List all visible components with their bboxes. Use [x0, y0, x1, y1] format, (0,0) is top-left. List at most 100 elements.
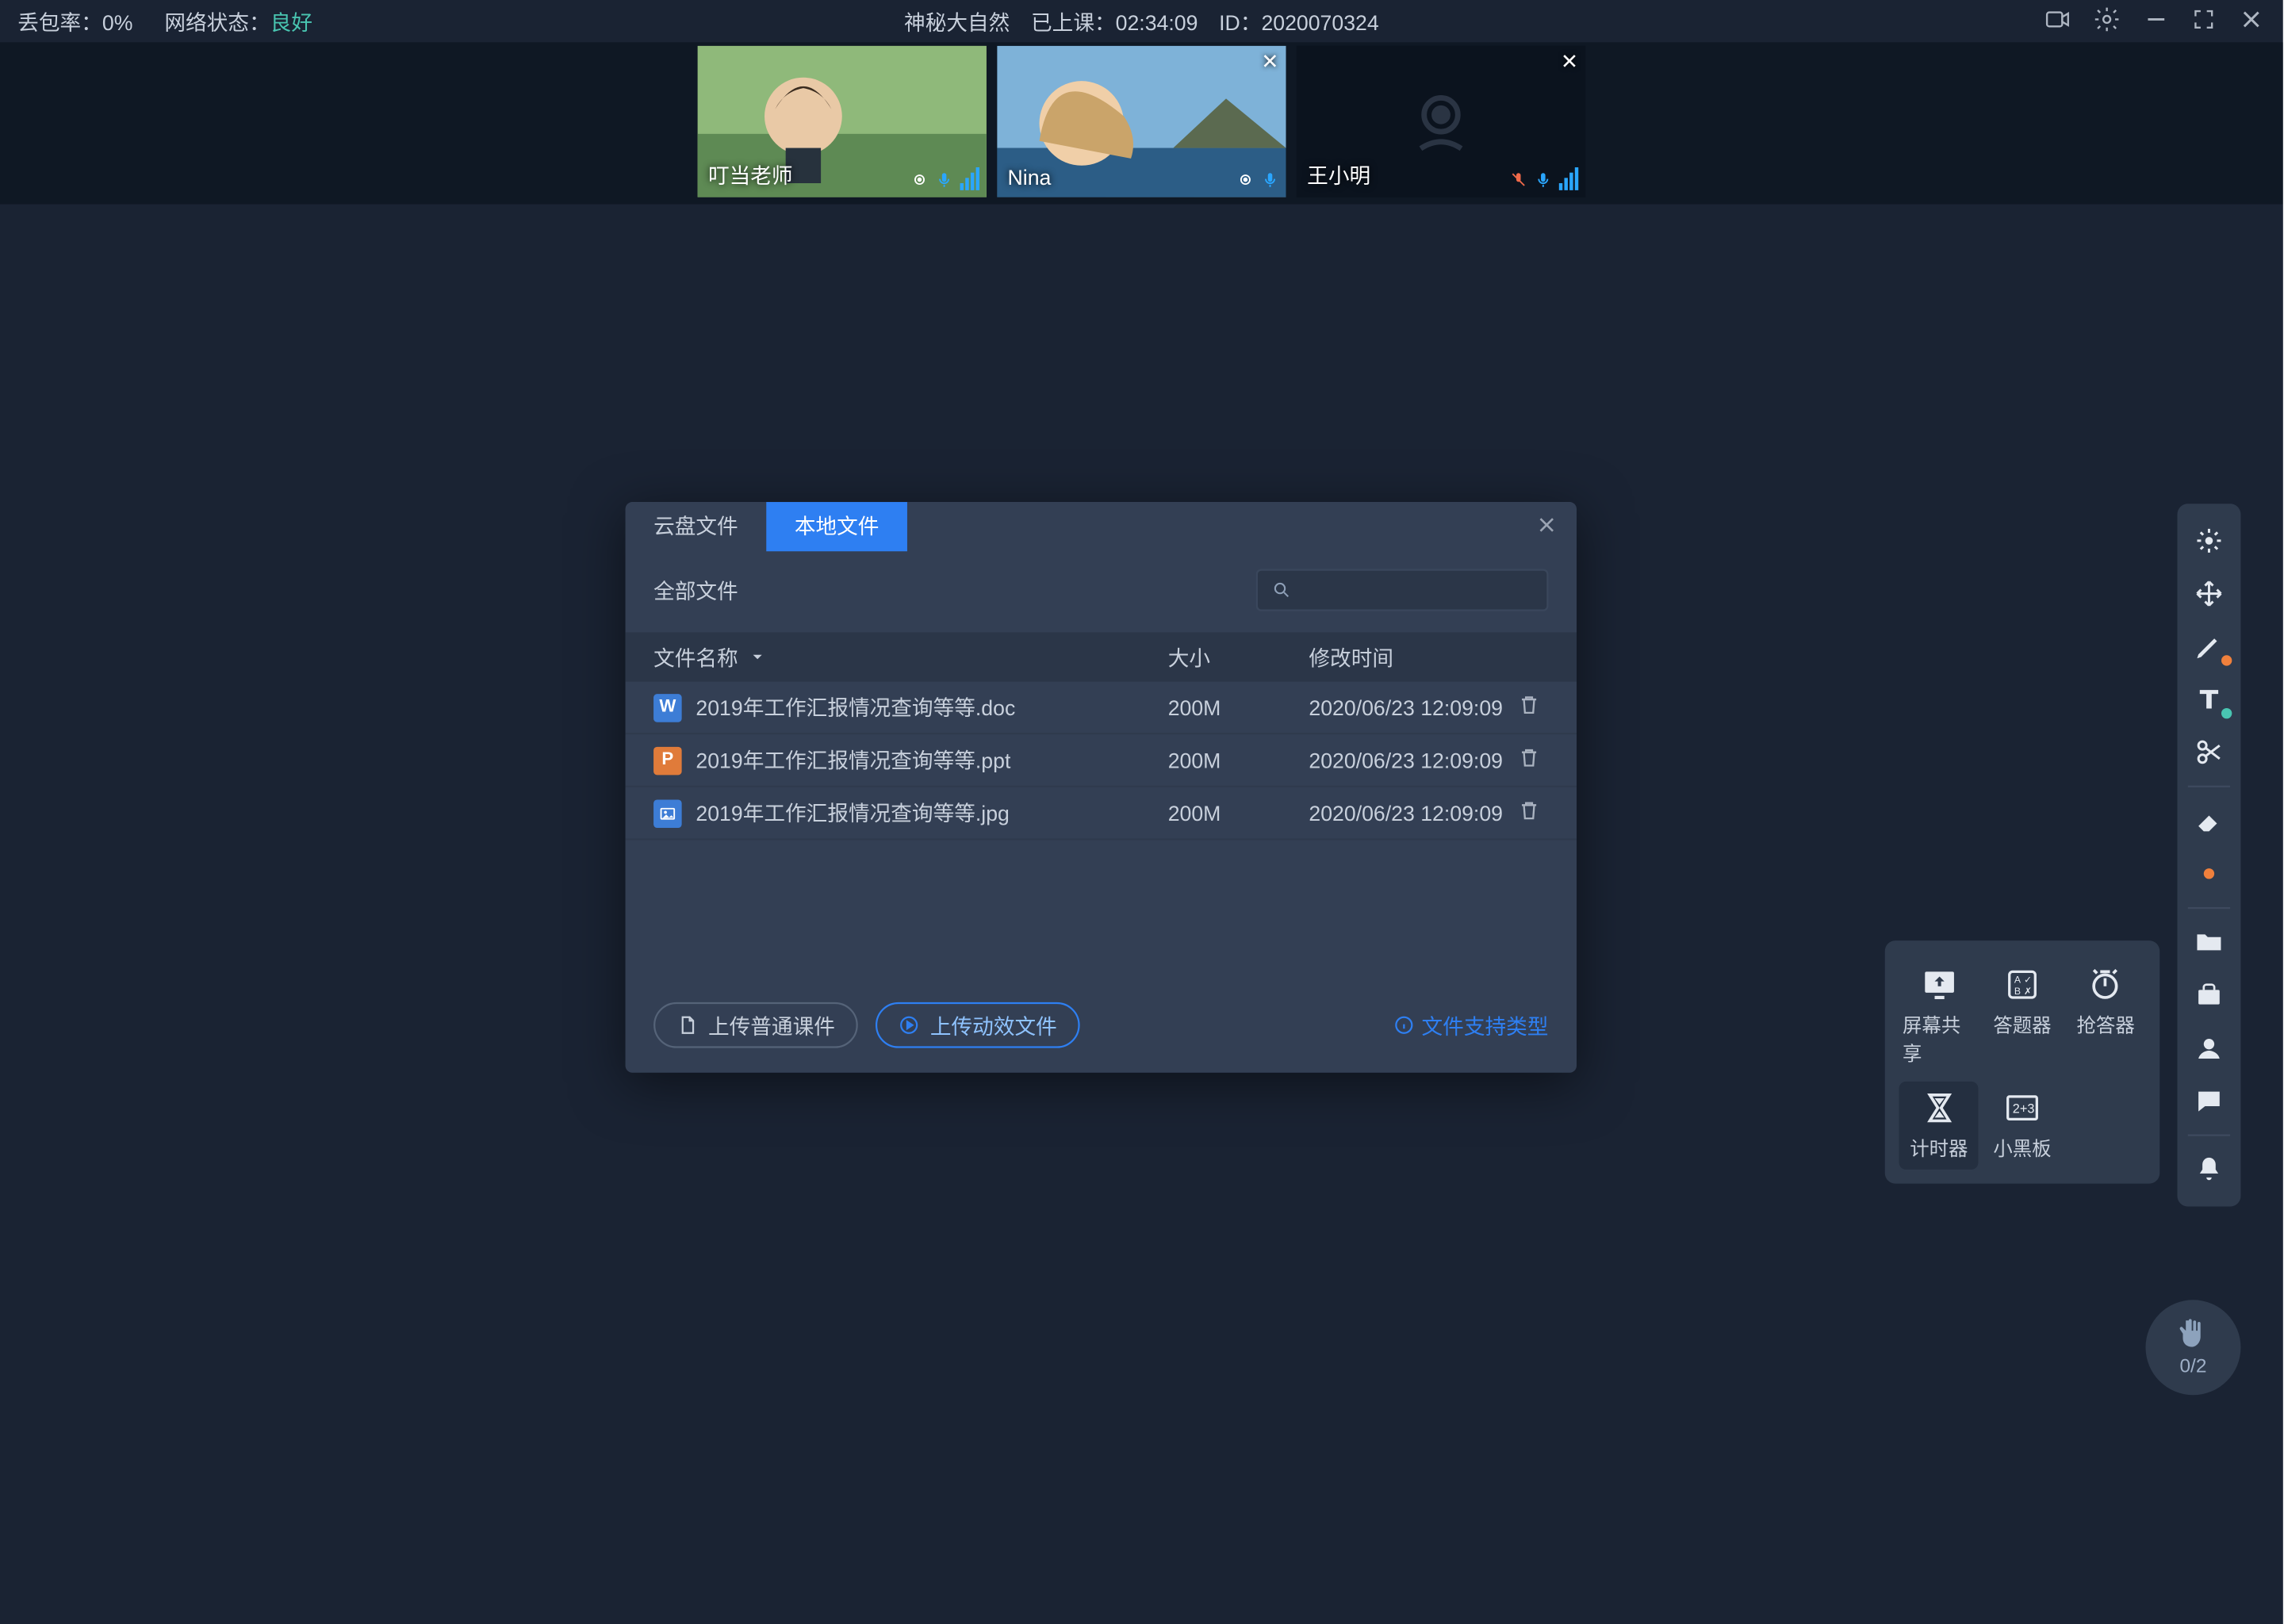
tool-answer[interactable]: A✓B✗ 答题器 — [1983, 958, 2063, 1074]
tab-cloud-files[interactable]: 云盘文件 — [626, 502, 767, 551]
table-row[interactable]: P 2019年工作汇报情况查询等等.ppt 200M2020/06/23 12:09… — [626, 734, 1577, 787]
participant-name: 王小明 — [1307, 160, 1370, 190]
dialog-close-icon[interactable] — [1535, 512, 1559, 546]
table-header: 文件名称 大小 修改时间 — [626, 632, 1577, 681]
file-size: 200M — [1168, 695, 1309, 719]
participant-close-icon[interactable]: ✕ — [1561, 49, 1578, 74]
tool-blackboard[interactable]: 2+3 小黑板 — [1983, 1082, 2063, 1170]
file-type-icon: P — [653, 746, 682, 775]
move-icon[interactable] — [2182, 567, 2236, 620]
settings-icon[interactable] — [2093, 5, 2121, 38]
elapsed-time: 已上课：02:34:09 — [1031, 6, 1198, 36]
search-box[interactable] — [1256, 569, 1549, 611]
mic-icon — [1261, 169, 1278, 190]
mic-muted-icon — [1510, 169, 1527, 190]
tool-label: 小黑板 — [1993, 1134, 2051, 1162]
table-row[interactable]: 2019年工作汇报情况查询等等.jpg200M2020/06/23 12:09:… — [626, 787, 1577, 841]
file-dialog: 云盘文件 本地文件 全部文件 文件名称 大小 修改时间 W 2019年工作汇报情况… — [626, 502, 1577, 1073]
status-bar: 丢包率：0% 网络状态：良好 神秘大自然 已上课：02:34:09 ID：202… — [0, 0, 2283, 42]
raise-hand-button[interactable]: 0/2 — [2145, 1300, 2240, 1395]
delete-icon[interactable] — [1517, 798, 1549, 828]
table-row[interactable]: W 2019年工作汇报情况查询等等.doc 200M2020/06/23 12:09… — [626, 682, 1577, 735]
packet-loss: 丢包率：0% — [17, 6, 132, 36]
mic-icon — [1535, 169, 1552, 190]
upload-normal-button[interactable]: 上传普通课件 — [653, 1002, 858, 1048]
people-icon[interactable] — [2182, 1021, 2236, 1074]
participant-strip: 叮当老师 ✕ Nina — [0, 42, 2283, 204]
delete-icon[interactable] — [1517, 692, 1549, 722]
chat-icon[interactable] — [2182, 1074, 2236, 1128]
svg-text:2+3: 2+3 — [2013, 1101, 2035, 1116]
search-input[interactable] — [1291, 578, 1532, 603]
signal-bars — [960, 167, 979, 190]
participant-close-icon[interactable]: ✕ — [1261, 49, 1278, 74]
mic-icon — [935, 169, 952, 190]
file-type-icon — [653, 799, 682, 827]
tool-responder[interactable]: 抢答器 — [2066, 958, 2146, 1074]
color-dot-icon[interactable] — [2182, 847, 2236, 900]
blackboard-icon: 2+3 — [2003, 1089, 2042, 1128]
tool-label: 屏幕共享 — [1903, 1011, 1976, 1067]
file-type-icon: W — [653, 693, 682, 722]
col-name[interactable]: 文件名称 — [653, 642, 1168, 672]
svg-text:✗: ✗ — [2024, 986, 2032, 997]
tools-popup: 屏幕共享 A✓B✗ 答题器抢答器计时器 2+3 小黑板 — [1885, 940, 2160, 1184]
file-mtime: 2020/06/23 12:09:09 — [1309, 748, 1516, 772]
text-icon[interactable] — [2182, 673, 2236, 726]
screenshare-icon — [1919, 965, 1958, 1004]
room-id: ID：2020070324 — [1219, 6, 1379, 36]
eraser-icon[interactable] — [2182, 795, 2236, 848]
svg-text:B: B — [2014, 986, 2021, 997]
participant-card[interactable]: 叮当老师 — [698, 46, 987, 197]
file-icon — [676, 1014, 698, 1036]
laser-pointer-icon[interactable] — [2182, 515, 2236, 568]
answer-icon: A✓B✗ — [2003, 965, 2042, 1004]
scissors-icon[interactable] — [2182, 726, 2236, 779]
file-name: 2019年工作汇报情况查询等等.doc — [696, 692, 1015, 722]
file-mtime: 2020/06/23 12:09:09 — [1309, 801, 1516, 825]
participant-card[interactable]: ✕ 王小明 — [1297, 46, 1585, 197]
supported-types-link[interactable]: 文件支持类型 — [1393, 1010, 1549, 1040]
play-circle-icon — [899, 1014, 920, 1036]
file-mtime: 2020/06/23 12:09:09 — [1309, 695, 1516, 719]
col-size[interactable]: 大小 — [1168, 642, 1309, 672]
file-size: 200M — [1168, 748, 1309, 772]
participant-name: 叮当老师 — [708, 160, 793, 190]
svg-text:A: A — [2014, 975, 2021, 986]
room-title: 神秘大自然 — [904, 6, 1010, 36]
participant-name: Nina — [1008, 166, 1052, 190]
camera-icon — [1236, 169, 1254, 190]
sort-icon — [749, 648, 766, 665]
participant-card[interactable]: ✕ Nina — [997, 46, 1286, 197]
tool-screenshare[interactable]: 屏幕共享 — [1899, 958, 1979, 1074]
folder-icon[interactable] — [2182, 916, 2236, 969]
svg-text:✓: ✓ — [2024, 975, 2032, 986]
tool-label: 计时器 — [1910, 1134, 1968, 1162]
bell-icon[interactable] — [2182, 1143, 2236, 1197]
tab-local-files[interactable]: 本地文件 — [766, 502, 907, 551]
record-icon[interactable] — [2044, 5, 2072, 38]
search-icon — [1272, 580, 1292, 601]
tool-label: 答题器 — [1993, 1011, 2051, 1040]
pen-icon[interactable] — [2182, 620, 2236, 673]
raise-hand-count: 0/2 — [2179, 1356, 2206, 1377]
fullscreen-icon[interactable] — [2191, 6, 2216, 36]
upload-dynamic-button[interactable]: 上传动效文件 — [876, 1002, 1080, 1048]
timer-icon — [1919, 1089, 1958, 1128]
all-files-label: 全部文件 — [653, 575, 738, 605]
info-icon — [1393, 1014, 1415, 1036]
tool-label: 抢答器 — [2076, 1011, 2134, 1040]
hand-icon — [2175, 1318, 2210, 1353]
toolbox-icon[interactable] — [2182, 969, 2236, 1022]
minimize-icon[interactable] — [2142, 5, 2171, 38]
network-status: 网络状态：良好 — [164, 6, 312, 36]
tool-timer[interactable]: 计时器 — [1899, 1082, 1979, 1170]
right-toolbar — [2177, 504, 2240, 1206]
signal-bars — [1559, 167, 1578, 190]
responder-icon — [2087, 965, 2125, 1004]
camera-icon — [910, 169, 928, 190]
close-window-icon[interactable] — [2237, 5, 2266, 38]
file-name: 2019年工作汇报情况查询等等.ppt — [696, 745, 1010, 776]
col-mtime[interactable]: 修改时间 — [1309, 642, 1548, 672]
delete-icon[interactable] — [1517, 745, 1549, 776]
